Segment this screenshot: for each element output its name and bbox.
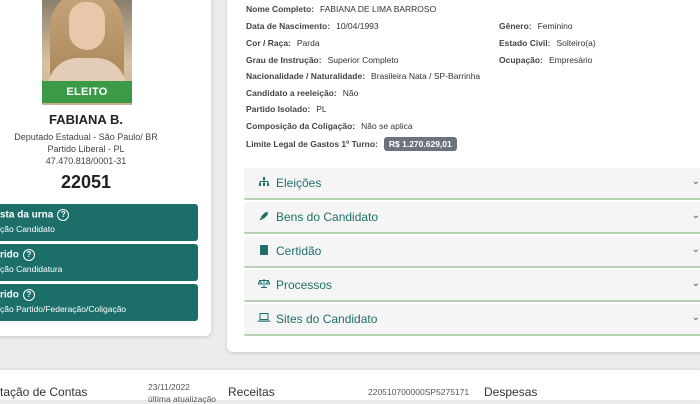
party-coalition-button[interactable]: rido? ção Partido/Federação/Coligação [0, 284, 198, 321]
spending-limit-row: Limite Legal de Gastos 1º Turno: R$ 1.270… [246, 137, 457, 151]
expenses-title: Despesas [484, 385, 538, 399]
laptop-icon [258, 313, 270, 325]
candidate-office: Deputado Estadual - São Paulo/ BR [14, 132, 158, 142]
candidacy-button[interactable]: rido? ção Candidatura [0, 244, 198, 281]
help-circle-icon[interactable]: ? [57, 209, 70, 221]
document-icon [258, 244, 270, 258]
candidate-name: FABIANA B. [49, 112, 123, 127]
race-row: Cor / Raça: Parda [246, 38, 320, 48]
receipt-code: 220510700000SP5275171 [368, 387, 470, 397]
gender-row: Gênero: Feminino [499, 21, 573, 31]
candidate-cnpj: 47.470.818/0001-31 [45, 156, 127, 166]
occupation-row: Ocupação: Empresário [499, 55, 593, 65]
accounts-bar [0, 370, 700, 400]
candidate-number: 22051 [60, 172, 112, 192]
nationality-row: Nacionalidade / Naturalidade: Brasileira … [246, 71, 481, 81]
full-name-row: Nome Completo: FABIANA DE LIMA BARROSO [246, 4, 437, 14]
scales-icon [257, 279, 271, 291]
help-circle-icon[interactable]: ? [22, 289, 35, 301]
accordion-assets[interactable]: Bens do Candidato ⌄ [244, 202, 700, 234]
revenues-title: Receitas [228, 385, 275, 399]
accordion-processes[interactable]: Processos ⌄ [244, 270, 700, 302]
marital-status-row: Estado Civil: Solteiro(a) [499, 38, 596, 48]
update-label: última atualização [148, 394, 217, 404]
chevron-down-icon: ⌄ [691, 176, 700, 187]
coalition-row: Composição da Coligação: Não se aplica [246, 121, 413, 131]
education-row: Grau de Instrução: Superior Completo [246, 55, 399, 65]
chevron-down-icon: ⌄ [691, 244, 700, 255]
chevron-down-icon: ⌄ [691, 312, 700, 323]
accordion-elections[interactable]: Eleições ⌄ [244, 168, 700, 200]
candidate-party: Partido Liberal - PL [47, 144, 125, 154]
birth-date-row: Data de Nascimento: 10/04/1993 [246, 21, 379, 31]
accordion-sites[interactable]: Sites do Candidato ⌄ [244, 304, 700, 336]
sitemap-icon [258, 177, 270, 189]
isolated-party-row: Partido Isolado: PL [246, 104, 327, 114]
elected-badge: ELEITO [42, 81, 132, 103]
accordion-certificate[interactable]: Certidão ⌄ [244, 236, 700, 268]
chevron-down-icon: ⌄ [691, 278, 700, 289]
reelection-row: Candidato a reeleição: Não [246, 88, 359, 98]
spending-limit-badge: R$ 1.270.629,01 [383, 137, 457, 151]
accounts-title: tação de Contas [0, 385, 88, 399]
help-circle-icon[interactable]: ? [22, 249, 35, 261]
rocket-icon [258, 211, 270, 224]
update-date: 23/11/2022 [148, 382, 190, 392]
chevron-down-icon: ⌄ [691, 210, 700, 221]
ballot-list-button[interactable]: sta da urna? ção Candidato [0, 204, 198, 241]
